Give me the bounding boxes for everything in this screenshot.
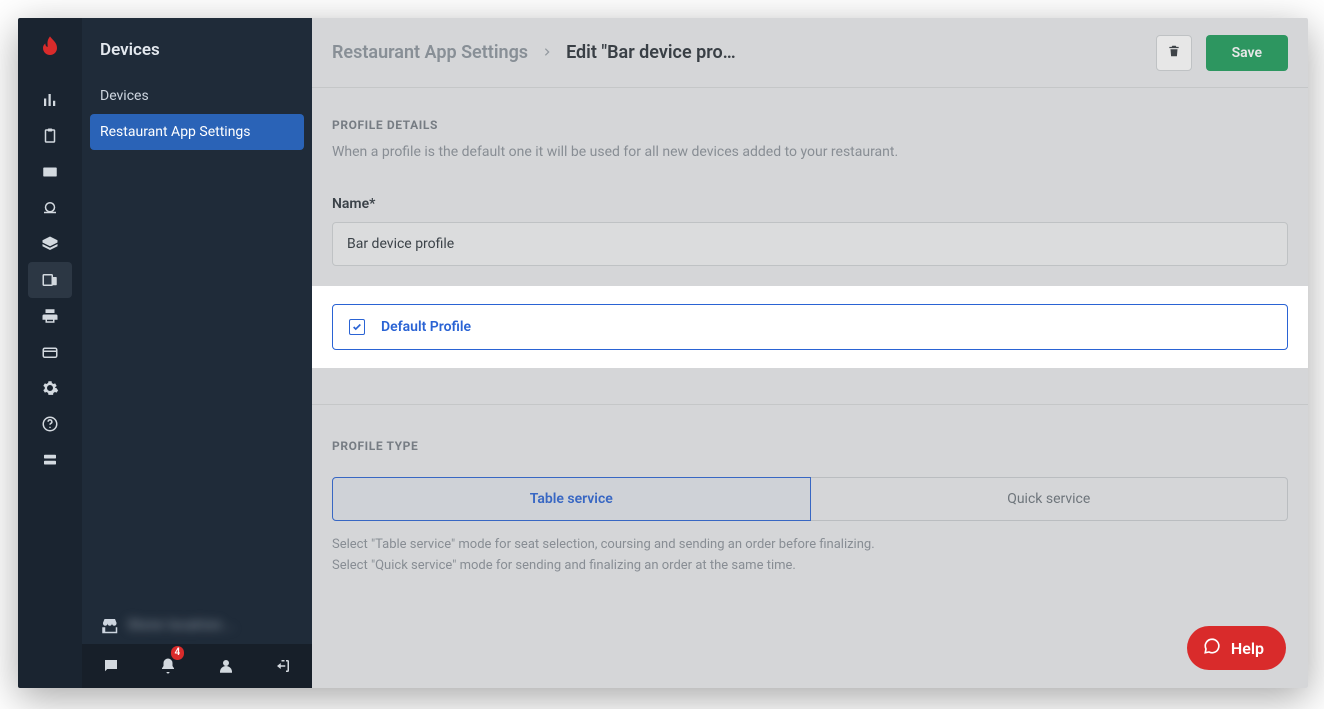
sidebar: Devices Devices Restaurant App Settings … — [82, 18, 312, 688]
sidebar-bottom-bar: 4 — [82, 644, 312, 688]
header-bar: Restaurant App Settings Edit "Bar device… — [312, 18, 1308, 88]
name-field-label: Name* — [332, 196, 1288, 212]
default-profile-label: Default Profile — [381, 319, 471, 335]
checkbox-checked-icon — [349, 319, 365, 335]
content-scroll: PROFILE DETAILS When a profile is the de… — [312, 88, 1308, 688]
icon-rail — [18, 18, 82, 688]
store-label: Store location... — [128, 618, 235, 633]
default-profile-checkbox[interactable]: Default Profile — [332, 304, 1288, 350]
store-icon — [100, 616, 118, 634]
save-button[interactable]: Save — [1206, 35, 1288, 71]
profile-type-segmented: Table service Quick service — [332, 477, 1288, 521]
breadcrumb-current: Edit "Bar device pro… — [566, 42, 736, 63]
gear-icon[interactable] — [28, 370, 72, 406]
store-selector[interactable] — [18, 668, 82, 688]
app-frame: Devices Devices Restaurant App Settings … — [18, 18, 1308, 688]
profile-type-help-line-1: Select "Table service" mode for seat sel… — [332, 535, 1288, 556]
store-selector[interactable]: Store location... — [90, 606, 304, 644]
clipboard-icon[interactable] — [28, 118, 72, 154]
layers-icon[interactable] — [28, 226, 72, 262]
printer-icon[interactable] — [28, 298, 72, 334]
chevron-right-icon — [542, 43, 552, 62]
section-divider — [312, 404, 1308, 405]
help-circle-icon[interactable] — [28, 406, 72, 442]
default-profile-highlight: Default Profile — [312, 286, 1308, 368]
analytics-icon[interactable] — [28, 82, 72, 118]
profile-details-heading: PROFILE DETAILS — [332, 118, 1288, 132]
logout-icon[interactable] — [265, 650, 301, 682]
segment-table-service[interactable]: Table service — [332, 477, 811, 521]
profile-type-help-line-2: Select "Quick service" mode for sending … — [332, 556, 1288, 577]
tray-icon[interactable] — [28, 190, 72, 226]
profile-type-heading: PROFILE TYPE — [332, 439, 1288, 453]
chat-icon[interactable] — [93, 650, 129, 682]
breadcrumb-parent[interactable]: Restaurant App Settings — [332, 42, 528, 63]
main-panel: Restaurant App Settings Edit "Bar device… — [312, 18, 1308, 688]
delete-button[interactable] — [1156, 35, 1192, 71]
help-button-label: Help — [1231, 639, 1264, 658]
profile-type-help: Select "Table service" mode for seat sel… — [332, 535, 1288, 577]
name-input[interactable] — [332, 222, 1288, 266]
devices-icon[interactable] — [28, 262, 72, 298]
sidebar-item-devices[interactable]: Devices — [82, 78, 312, 114]
trash-icon — [1167, 44, 1181, 62]
sidebar-item-restaurant-app-settings[interactable]: Restaurant App Settings — [90, 114, 304, 150]
server-icon[interactable] — [28, 442, 72, 478]
id-card-icon[interactable] — [28, 154, 72, 190]
profile-details-help: When a profile is the default one it wil… — [332, 144, 1288, 160]
brand-logo — [30, 28, 70, 68]
user-icon[interactable] — [208, 650, 244, 682]
sidebar-title: Devices — [82, 18, 312, 78]
card-icon[interactable] — [28, 334, 72, 370]
notifications-icon[interactable]: 4 — [150, 650, 186, 682]
notification-badge: 4 — [171, 646, 185, 660]
segment-quick-service[interactable]: Quick service — [811, 477, 1289, 521]
chat-bubble-icon — [1203, 637, 1221, 659]
help-button[interactable]: Help — [1187, 626, 1286, 670]
